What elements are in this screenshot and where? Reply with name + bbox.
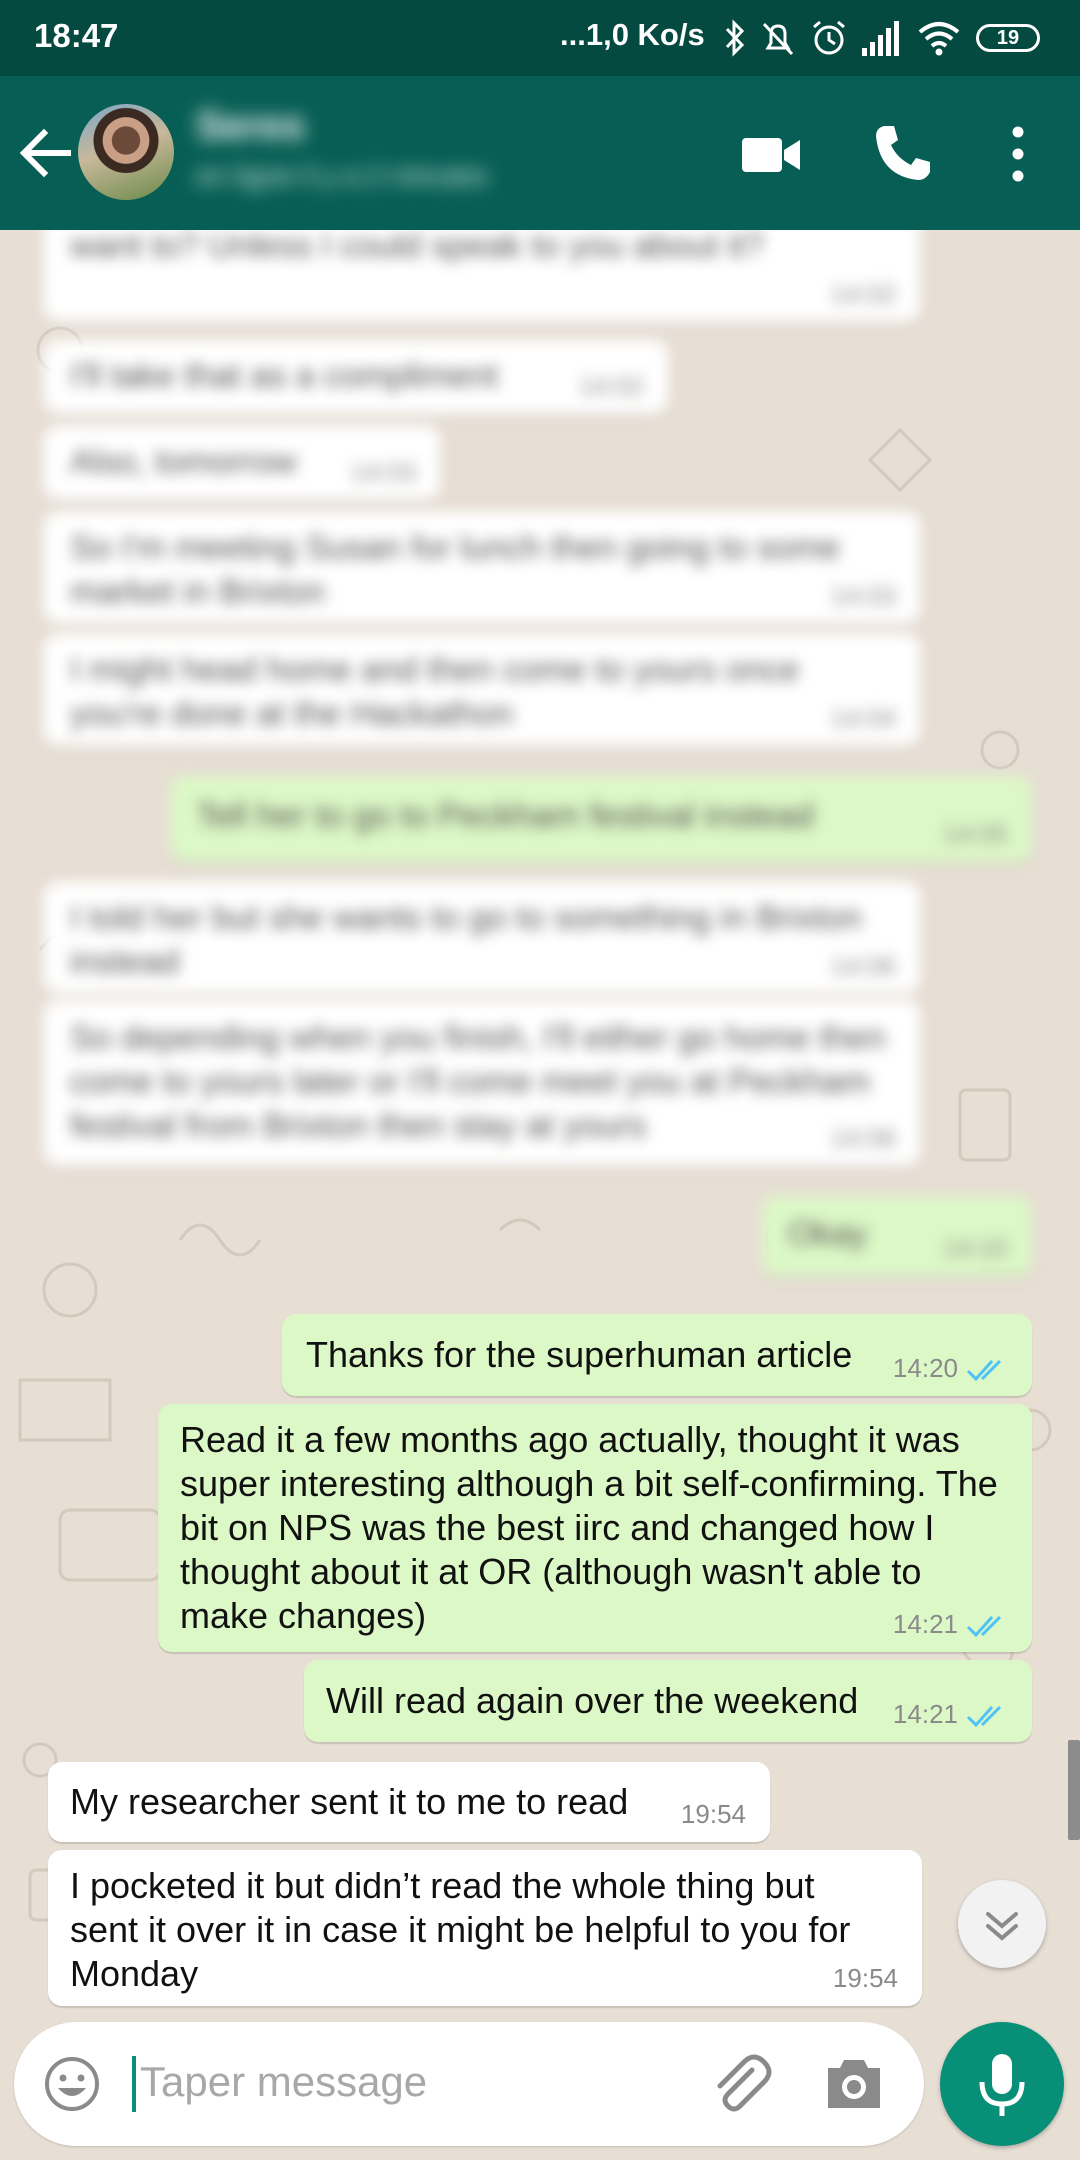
message-bubble-outgoing[interactable]: Tell her to go to Peckham festival inste…	[170, 776, 1032, 862]
message-text: I pocketed it but didn’t read the whole …	[70, 1865, 851, 1994]
voice-record-button[interactable]	[940, 2022, 1064, 2146]
more-vert-icon[interactable]	[980, 116, 1056, 192]
message-meta: 14:21	[893, 1609, 1008, 1640]
message-time: 14:21	[892, 1699, 958, 1729]
paperclip-icon[interactable]	[704, 2048, 776, 2120]
chat-header: Seres en ligne il y a 2 minutes	[0, 76, 1080, 230]
message-meta: 14:20	[893, 1353, 1008, 1384]
arrow-left-icon[interactable]	[18, 118, 74, 188]
scroll-to-bottom-button[interactable]	[958, 1880, 1046, 1968]
message-time: 14:20	[892, 1353, 958, 1383]
message-time: 19:54	[680, 1799, 746, 1829]
message-bubble-incoming[interactable]: My researcher sent it to me to read 19:5…	[48, 1762, 770, 1842]
microphone-icon	[979, 2054, 1025, 2116]
text-cursor	[132, 2056, 136, 2112]
message-bubble-incoming[interactable]: So I'm meeting Susan for lunch then goin…	[44, 512, 920, 624]
double-check-icon	[966, 1616, 1002, 1638]
message-time: 14:21	[892, 1609, 958, 1639]
message-time: 19:54	[832, 1963, 898, 1993]
older-messages-blurred: want to? Unless I could speak to you abo…	[0, 230, 1080, 1290]
double-check-icon	[966, 1360, 1002, 1382]
double-check-icon	[966, 1706, 1002, 1728]
message-bubble-incoming[interactable]: want to? Unless I could speak to you abo…	[44, 230, 920, 322]
phone-icon[interactable]	[866, 116, 942, 192]
alarm-icon	[813, 20, 845, 55]
message-input[interactable]: Taper message	[140, 2058, 427, 2106]
wifi-icon	[918, 22, 960, 56]
bell-muted-icon	[762, 22, 794, 56]
message-bubble-outgoing[interactable]: Okay 14:10	[762, 1196, 1032, 1276]
message-bubble-outgoing[interactable]: Will read again over the weekend 14:21	[304, 1660, 1032, 1742]
battery-indicator: 19	[976, 24, 1040, 52]
message-bubble-incoming[interactable]: So depending when you finish, I'll eithe…	[44, 1000, 920, 1166]
message-bubble-incoming[interactable]: I'll take that as a compliment 14:02	[44, 340, 668, 414]
video-camera-icon[interactable]	[734, 116, 810, 192]
message-bubble-incoming[interactable]: I pocketed it but didn’t read the whole …	[48, 1850, 922, 2006]
message-meta: 14:21	[893, 1699, 1008, 1730]
message-bubble-outgoing[interactable]: Thanks for the superhuman article 14:20	[282, 1314, 1032, 1396]
signal-icon	[862, 21, 899, 56]
emoji-icon[interactable]	[42, 2054, 102, 2114]
status-time: 18:47	[34, 17, 119, 54]
message-bubble-incoming[interactable]: Also, tomorrow 14:03	[44, 426, 440, 500]
message-compose-bar: Taper message	[14, 2022, 924, 2146]
contact-status: en ligne il y a 2 minutes	[196, 160, 489, 191]
contact-avatar[interactable]	[78, 104, 174, 200]
message-bubble-outgoing[interactable]: Read it a few months ago actually, thoug…	[158, 1404, 1032, 1652]
scrollbar-thumb[interactable]	[1068, 1740, 1080, 1840]
double-chevron-down-icon	[986, 1912, 1018, 1941]
message-text: Read it a few months ago actually, thoug…	[180, 1419, 998, 1636]
bluetooth-icon	[725, 19, 745, 57]
message-text: My researcher sent it to me to read	[70, 1781, 629, 1822]
camera-icon[interactable]	[822, 2054, 886, 2114]
message-bubble-incoming[interactable]: I might head home and then come to yours…	[44, 634, 920, 746]
status-bar: 18:47 ...1,0 Ko/s 19	[0, 0, 1080, 76]
network-speed: ...1,0 Ko/s	[560, 17, 705, 52]
contact-name[interactable]: Seres	[196, 104, 305, 149]
chat-area[interactable]: want to? Unless I could speak to you abo…	[0, 230, 1080, 2030]
message-bubble-incoming[interactable]: I told her but she wants to go to someth…	[44, 882, 920, 994]
